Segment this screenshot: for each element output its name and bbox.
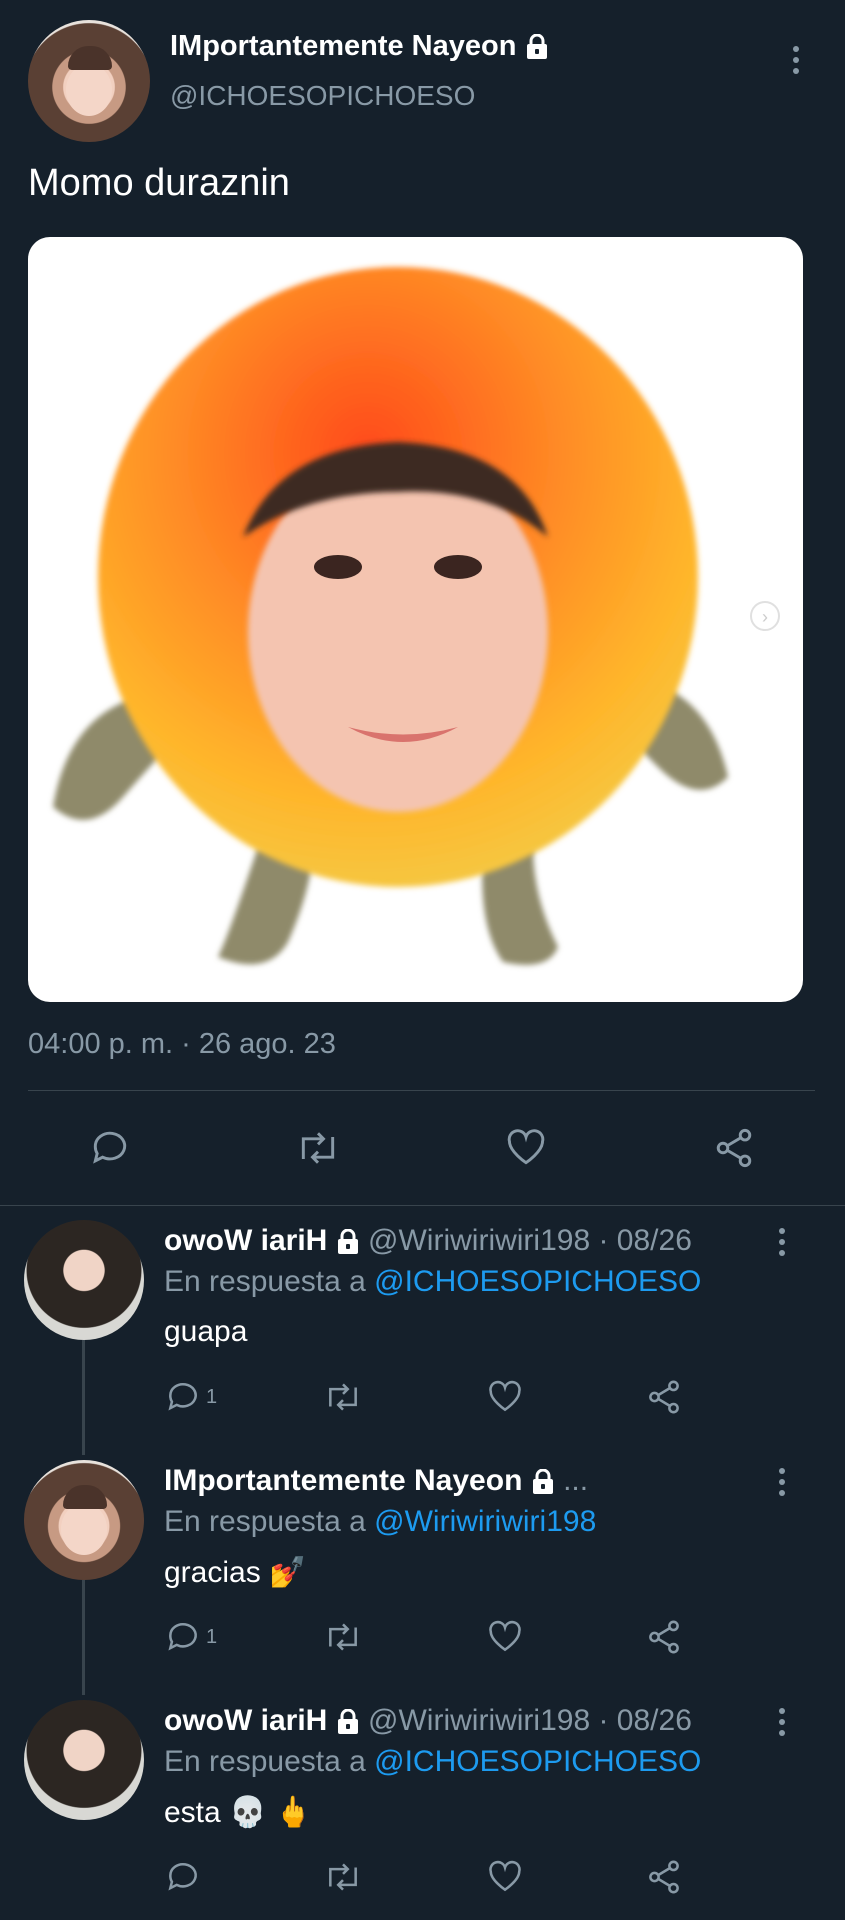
reply-author-name[interactable]: IMportantemente Nayeon (164, 1464, 522, 1497)
reply-count: 1 (206, 1385, 218, 1408)
reply-context-label: En respuesta a (164, 1505, 366, 1538)
image-next-icon[interactable]: › (750, 601, 780, 631)
reply-handle-date[interactable]: @Wiriwiriwiri198 · 08/26 (368, 1704, 692, 1737)
retweet-button[interactable] (322, 1858, 364, 1896)
reply-context-mention[interactable]: @Wiriwiriwiri198 (374, 1505, 596, 1538)
reply-button[interactable]: 1 (164, 1378, 217, 1416)
divider (28, 1090, 815, 1091)
more-icon[interactable] (772, 1468, 792, 1496)
like-icon (507, 1129, 545, 1165)
like-button[interactable] (504, 1126, 548, 1170)
reply-header: owoW iariH @Wiriwiriwiri198 · 08/26 (164, 1704, 692, 1738)
author-name[interactable]: IMportantemente Nayeon (170, 30, 549, 63)
share-icon (649, 1380, 679, 1414)
tweet-timestamp[interactable]: 04:00 p. m. · 26 ago. 23 (28, 1028, 336, 1061)
reply-header: IMportantemente Nayeon ... (164, 1464, 588, 1498)
reply-button[interactable]: 1 (164, 1618, 217, 1656)
reply-text-content: esta (164, 1796, 221, 1829)
reply-avatar[interactable] (24, 1700, 144, 1820)
author-avatar[interactable] (28, 20, 150, 142)
thread-connector (82, 1340, 85, 1455)
like-button[interactable] (486, 1618, 524, 1656)
lock-icon (337, 1709, 358, 1735)
reply-text-content: guapa (164, 1315, 248, 1348)
reply-author-name[interactable]: owoW iariH (164, 1704, 327, 1737)
reply-context: En respuesta a @Wiriwiriwiri198 (164, 1505, 596, 1539)
like-icon (489, 1860, 521, 1892)
reply-icon (93, 1131, 127, 1164)
like-icon (489, 1620, 521, 1652)
reply-context-mention[interactable]: @ICHOESOPICHOESO (374, 1265, 701, 1298)
share-icon (649, 1860, 679, 1894)
reply-avatar[interactable] (24, 1460, 144, 1580)
reply-button[interactable] (164, 1858, 206, 1896)
reply-emoji: 💅 (269, 1556, 307, 1589)
retweet-icon (301, 1132, 335, 1164)
more-icon[interactable] (786, 46, 806, 74)
share-button[interactable] (645, 1378, 683, 1416)
reply-context-label: En respuesta a (164, 1265, 366, 1298)
reply-context: En respuesta a @ICHOESOPICHOESO (164, 1265, 701, 1299)
share-button[interactable] (645, 1618, 683, 1656)
reply-handle-date[interactable]: ... (563, 1464, 588, 1497)
divider (0, 1205, 845, 1206)
reply-header: owoW iariH @Wiriwiriwiri198 · 08/26 (164, 1224, 692, 1258)
thread-connector (82, 1580, 85, 1695)
like-button[interactable] (486, 1378, 524, 1416)
more-icon[interactable] (772, 1708, 792, 1736)
reply-avatar[interactable] (24, 1220, 144, 1340)
retweet-icon (329, 1383, 357, 1411)
reply-text: esta 💀 🖕 (164, 1795, 312, 1830)
like-button[interactable] (486, 1858, 524, 1896)
reply-context-label: En respuesta a (164, 1745, 366, 1778)
retweet-button[interactable] (322, 1378, 364, 1416)
lock-icon (526, 34, 547, 60)
more-icon[interactable] (772, 1228, 792, 1256)
reply-icon (168, 1622, 197, 1651)
tweet-image[interactable]: › (28, 237, 803, 1002)
peach-illustration (53, 267, 728, 965)
retweet-icon (329, 1623, 357, 1651)
reply-icon (168, 1382, 197, 1411)
reply-emoji: 💀 🖕 (229, 1796, 313, 1829)
reply-context: En respuesta a @ICHOESOPICHOESO (164, 1745, 701, 1779)
reply-handle-date[interactable]: @Wiriwiriwiri198 · 08/26 (368, 1224, 692, 1257)
reply-text: guapa (164, 1315, 247, 1349)
like-icon (489, 1380, 521, 1412)
author-name-text: IMportantemente Nayeon (170, 30, 517, 62)
lock-icon (337, 1229, 358, 1255)
reply-count: 1 (206, 1625, 218, 1648)
retweet-button[interactable] (322, 1618, 364, 1656)
author-handle[interactable]: @ICHOESOPICHOESO (170, 80, 475, 112)
retweet-button[interactable] (294, 1126, 342, 1170)
reply-author-name[interactable]: owoW iariH (164, 1224, 327, 1257)
lock-icon (532, 1469, 553, 1495)
retweet-icon (329, 1863, 357, 1891)
share-button[interactable] (645, 1858, 683, 1896)
share-icon (649, 1620, 679, 1654)
reply-text-content: gracias (164, 1556, 261, 1589)
reply-text: gracias 💅 (164, 1555, 306, 1590)
reply-icon (168, 1862, 197, 1891)
reply-button[interactable] (88, 1126, 132, 1170)
share-icon (716, 1128, 752, 1168)
reply-context-mention[interactable]: @ICHOESOPICHOESO (374, 1745, 701, 1778)
share-button[interactable] (712, 1126, 756, 1170)
tweet-text: Momo duraznin (28, 162, 290, 204)
